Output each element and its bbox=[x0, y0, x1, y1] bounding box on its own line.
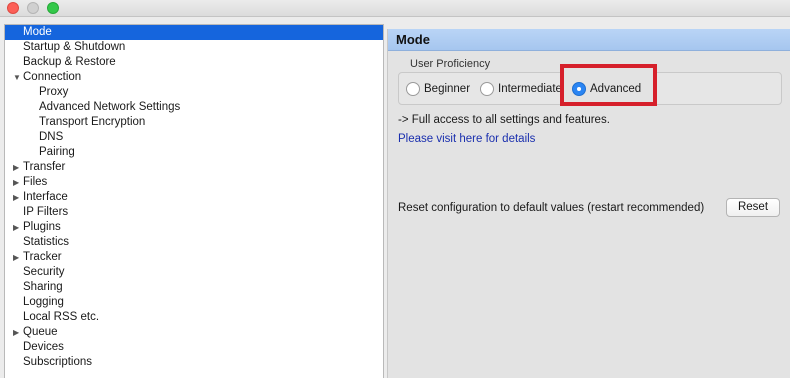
details-link[interactable]: Please visit here for details bbox=[398, 133, 535, 145]
sidebar-item-devices[interactable]: Devices bbox=[5, 340, 383, 355]
sidebar-item-label: Interface bbox=[23, 191, 68, 203]
radio-beginner[interactable]: Beginner bbox=[406, 81, 478, 97]
preferences-window: Mode Startup & Shutdown Backup & Restore ▼ C… bbox=[0, 0, 790, 378]
sidebar-item-label: Transfer bbox=[23, 161, 66, 173]
sidebar-item-label: Statistics bbox=[23, 236, 70, 248]
radio-beginner-indicator[interactable] bbox=[406, 82, 420, 96]
reset-button[interactable]: Reset bbox=[726, 198, 780, 217]
sidebar-item-local-rss-etc[interactable]: Local RSS etc. bbox=[5, 310, 383, 325]
sidebar-item-label: Plugins bbox=[23, 221, 61, 233]
sidebar-item-proxy[interactable]: Proxy bbox=[5, 85, 383, 100]
sidebar-item-connection[interactable]: ▼ Connection bbox=[5, 70, 383, 85]
radio-intermediate[interactable]: Intermediate bbox=[480, 81, 564, 97]
disclosure-collapsed-icon[interactable]: ▶ bbox=[13, 325, 23, 340]
sidebar-item-label: Proxy bbox=[39, 86, 69, 98]
disclosure-collapsed-icon[interactable]: ▶ bbox=[13, 220, 23, 235]
preferences-tree: Mode Startup & Shutdown Backup & Restore ▼ C… bbox=[4, 24, 384, 378]
minimize-window-icon[interactable] bbox=[27, 2, 39, 14]
sidebar-item-queue[interactable]: ▶ Queue bbox=[5, 325, 383, 340]
sidebar-item-label: Security bbox=[23, 266, 65, 278]
sidebar-item-label: Local RSS etc. bbox=[23, 311, 100, 323]
sidebar-item-label: Devices bbox=[23, 341, 64, 353]
sidebar-item-security[interactable]: Security bbox=[5, 265, 383, 280]
radio-beginner-label: Beginner bbox=[424, 83, 471, 95]
sidebar-item-interface[interactable]: ▶ Interface bbox=[5, 190, 383, 205]
sidebar-item-files[interactable]: ▶ Files bbox=[5, 175, 383, 190]
disclosure-collapsed-icon[interactable]: ▶ bbox=[13, 250, 23, 265]
sidebar-item-ip-filters[interactable]: IP Filters bbox=[5, 205, 383, 220]
radio-advanced-indicator[interactable] bbox=[572, 82, 586, 96]
sidebar-item-label: Files bbox=[23, 176, 48, 188]
sidebar-item-plugins[interactable]: ▶ Plugins bbox=[5, 220, 383, 235]
sidebar-item-advanced-network-settings[interactable]: Advanced Network Settings bbox=[5, 100, 383, 115]
sidebar-item-tracker[interactable]: ▶ Tracker bbox=[5, 250, 383, 265]
sidebar-item-startup-shutdown[interactable]: Startup & Shutdown bbox=[5, 40, 383, 55]
sidebar-item-sharing[interactable]: Sharing bbox=[5, 280, 383, 295]
sidebar-item-label: Pairing bbox=[39, 146, 75, 158]
sidebar-item-label: Connection bbox=[23, 71, 82, 83]
settings-panel: Mode User Proficiency Beginner Intermedi… bbox=[387, 29, 790, 378]
sidebar-item-dns[interactable]: DNS bbox=[5, 130, 383, 145]
zoom-window-icon[interactable] bbox=[47, 2, 59, 14]
sidebar-item-transfer[interactable]: ▶ Transfer bbox=[5, 160, 383, 175]
sidebar-item-label: Mode bbox=[23, 26, 52, 38]
sidebar-item-transport-encryption[interactable]: Transport Encryption bbox=[5, 115, 383, 130]
panel-title: Mode bbox=[396, 32, 430, 47]
sidebar-item-label: Startup & Shutdown bbox=[23, 41, 126, 53]
sidebar-item-logging[interactable]: Logging bbox=[5, 295, 383, 310]
sidebar-item-label: Tracker bbox=[23, 251, 62, 263]
sidebar-item-label: Advanced Network Settings bbox=[39, 101, 181, 113]
radio-advanced-label: Advanced bbox=[590, 83, 642, 95]
sidebar-item-subscriptions[interactable]: Subscriptions bbox=[5, 355, 383, 370]
sidebar-item-label: Subscriptions bbox=[23, 356, 93, 368]
close-window-icon[interactable] bbox=[7, 2, 19, 14]
sidebar-item-mode[interactable]: Mode bbox=[5, 25, 383, 40]
disclosure-collapsed-icon[interactable]: ▶ bbox=[13, 190, 23, 205]
sidebar-item-label: Backup & Restore bbox=[23, 56, 116, 68]
radio-intermediate-indicator[interactable] bbox=[480, 82, 494, 96]
sidebar-item-label: Queue bbox=[23, 326, 58, 338]
sidebar-item-statistics[interactable]: Statistics bbox=[5, 235, 383, 250]
radio-advanced[interactable]: Advanced bbox=[572, 81, 652, 97]
sidebar-item-label: DNS bbox=[39, 131, 64, 143]
user-proficiency-legend: User Proficiency bbox=[408, 58, 493, 70]
disclosure-expanded-icon[interactable]: ▼ bbox=[13, 70, 23, 85]
sidebar-item-label: Logging bbox=[23, 296, 64, 308]
sidebar-item-label: Transport Encryption bbox=[39, 116, 146, 128]
sidebar-item-label: Sharing bbox=[23, 281, 63, 293]
reset-description: Reset configuration to default values (r… bbox=[398, 202, 705, 214]
radio-intermediate-label: Intermediate bbox=[498, 83, 562, 95]
sidebar-item-pairing[interactable]: Pairing bbox=[5, 145, 383, 160]
disclosure-collapsed-icon[interactable]: ▶ bbox=[13, 175, 23, 190]
mode-description: -> Full access to all settings and featu… bbox=[398, 114, 610, 126]
disclosure-collapsed-icon[interactable]: ▶ bbox=[13, 160, 23, 175]
sidebar-item-label: IP Filters bbox=[23, 206, 69, 218]
sidebar-item-backup-restore[interactable]: Backup & Restore bbox=[5, 55, 383, 70]
panel-header: Mode bbox=[388, 29, 790, 51]
title-bar bbox=[0, 0, 790, 17]
